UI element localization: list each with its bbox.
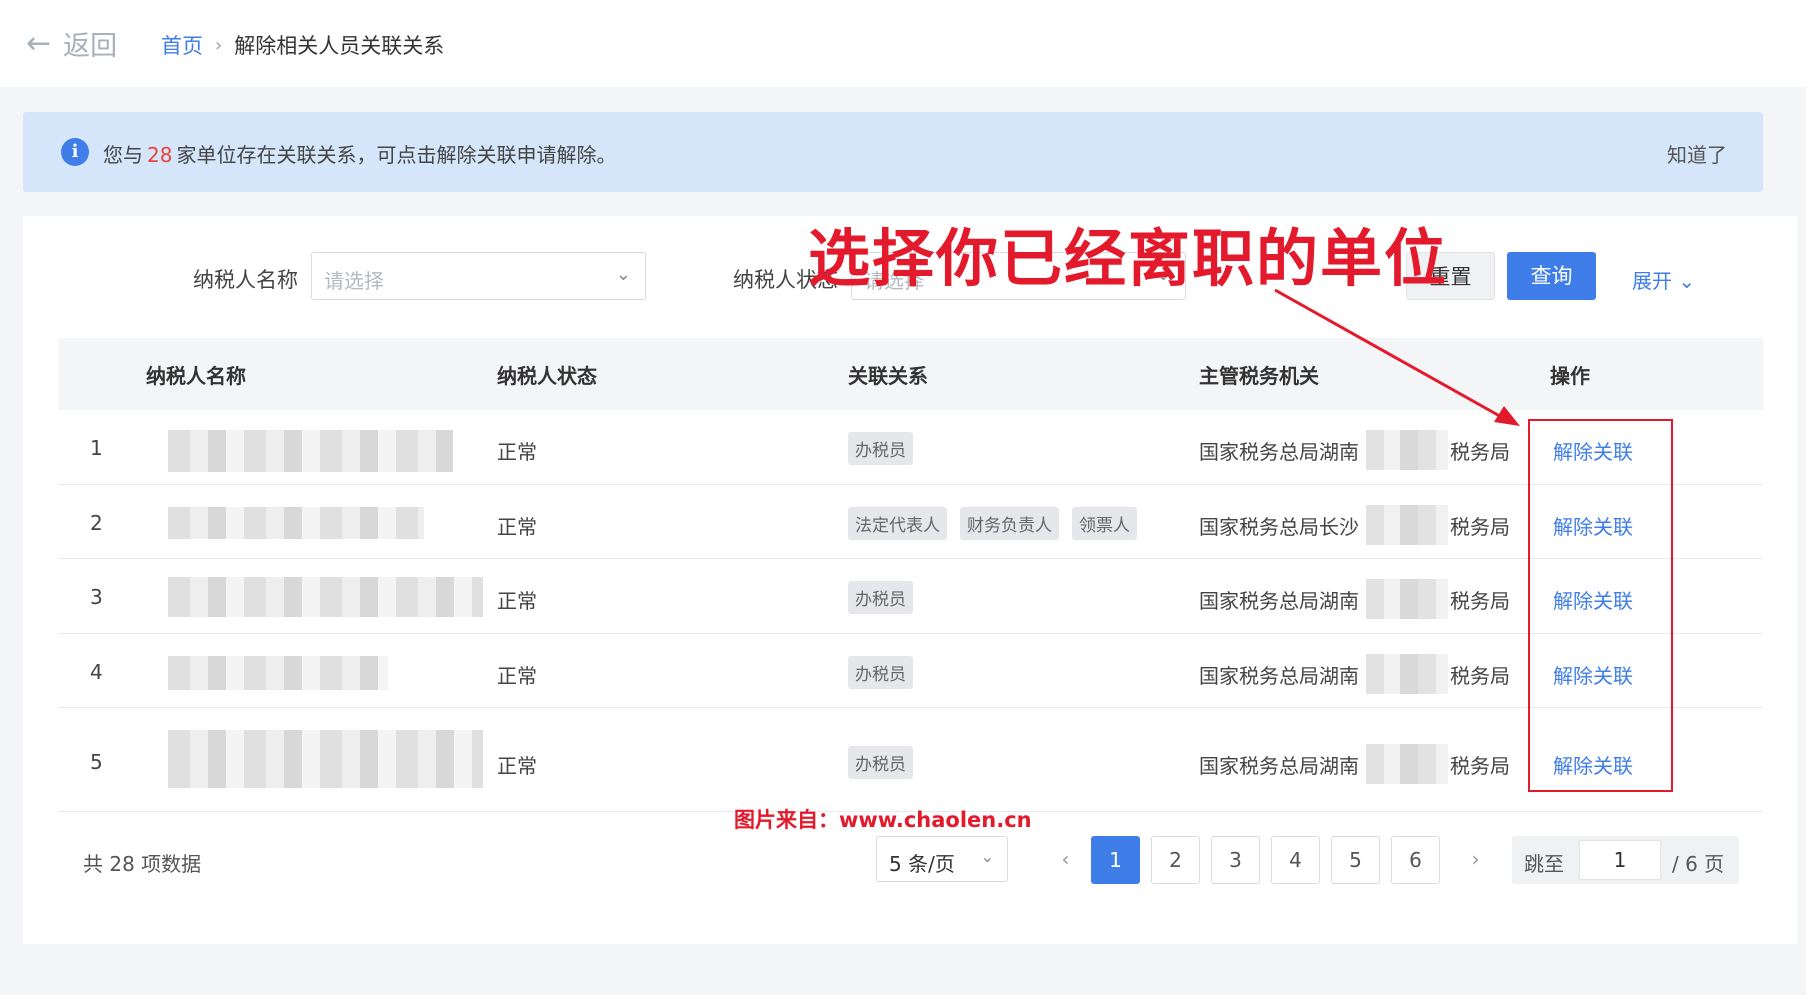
annotation-credit: 图片来自：www.chaolen.cn xyxy=(734,808,1032,832)
annotation-highlight-box xyxy=(1528,419,1673,792)
